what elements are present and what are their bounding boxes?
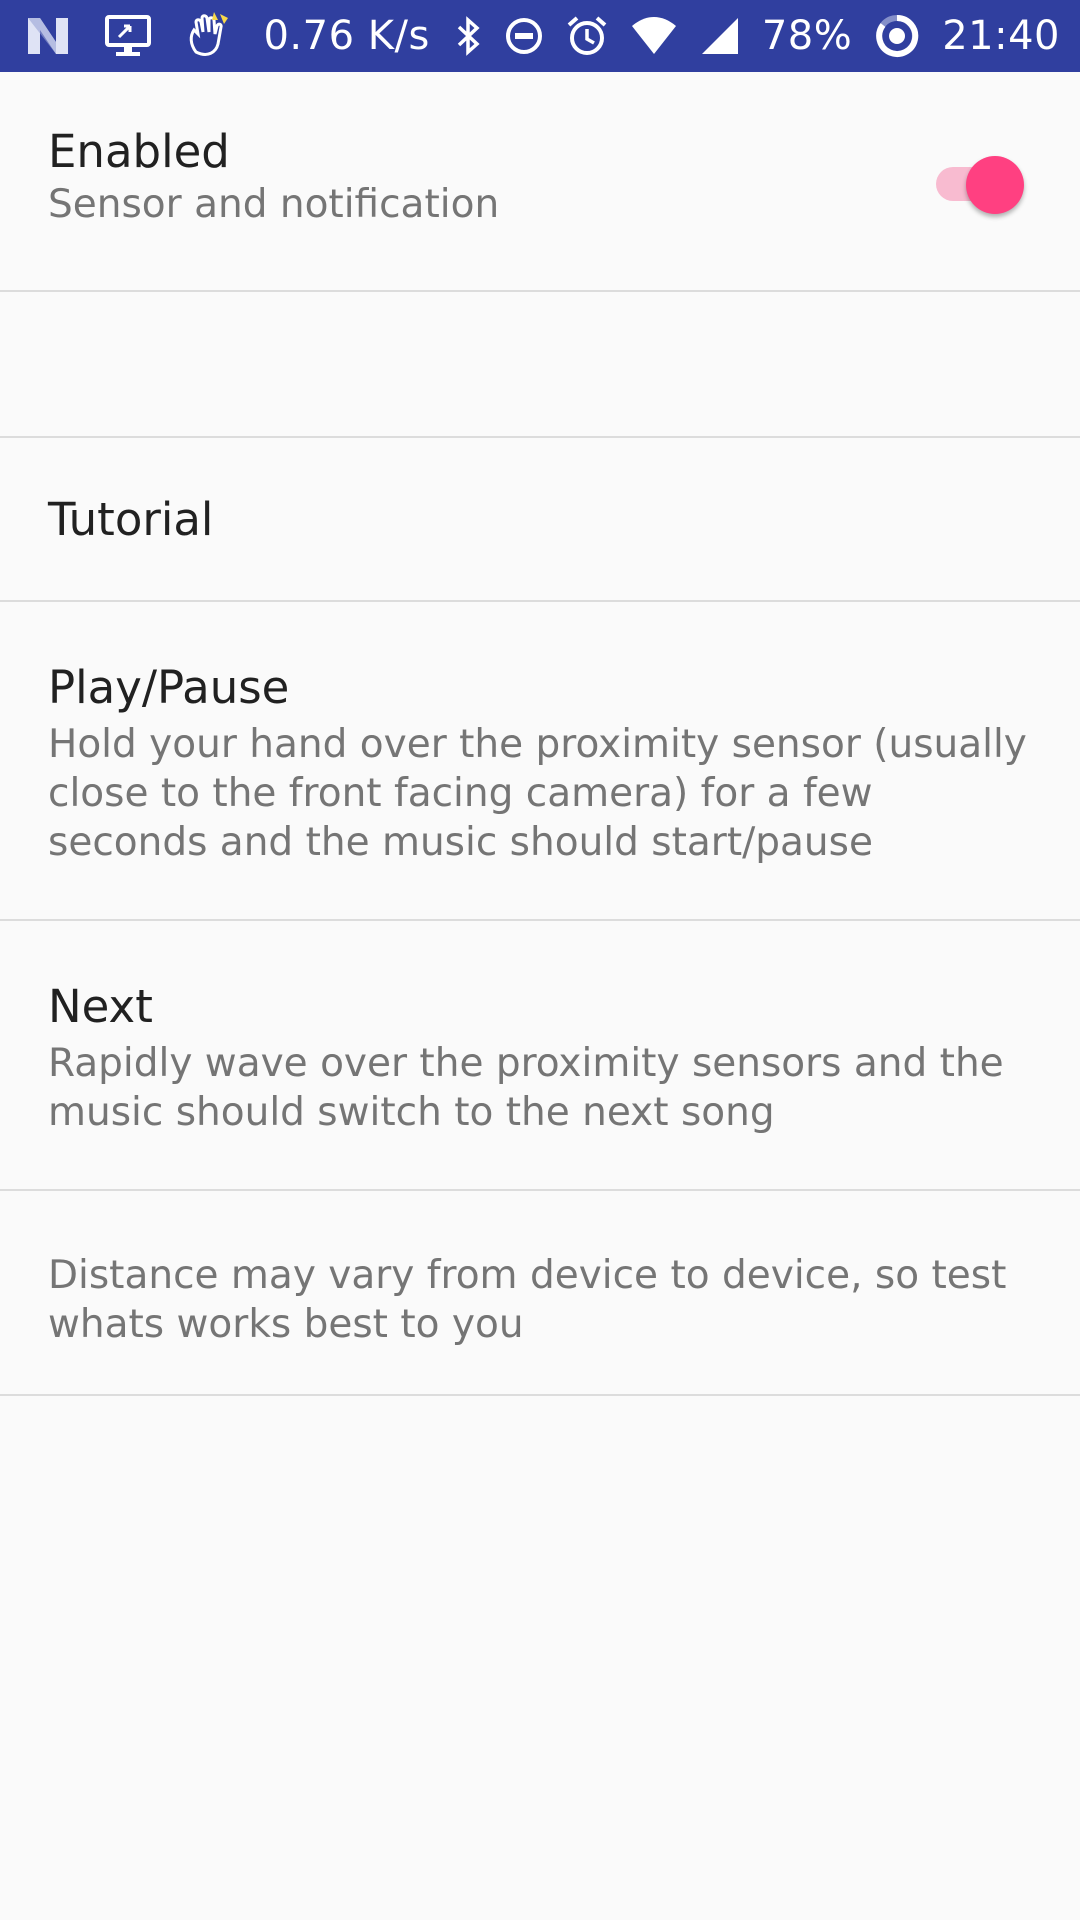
pref-enabled-title: Enabled <box>48 125 230 178</box>
preferences-list: Enabled Sensor and notification Tutorial… <box>0 72 1080 1396</box>
do-not-disturb-icon <box>504 16 544 56</box>
pref-enabled[interactable]: Enabled Sensor and notification <box>0 72 1080 292</box>
wave-hand-icon <box>186 12 232 60</box>
pref-enabled-summary: Sensor and notification <box>48 182 500 227</box>
screen-cast-icon <box>104 14 152 58</box>
network-speed: 0.76 K/s <box>263 13 430 59</box>
pref-tutorial[interactable]: Tutorial <box>0 438 1080 602</box>
pref-next-title: Next <box>48 980 153 1033</box>
pref-note-summary: Distance may vary from device to device,… <box>48 1253 1007 1347</box>
signal-icon <box>700 16 740 56</box>
pref-next[interactable]: Next Rapidly wave over the proximity sen… <box>0 921 1080 1191</box>
pref-next-summary: Rapidly wave over the proximity sensors … <box>48 1041 1004 1135</box>
pref-play-pause-summary: Hold your hand over the proximity sensor… <box>48 722 1027 865</box>
alarm-icon <box>566 15 608 57</box>
bluetooth-icon <box>456 16 482 56</box>
clock: 21:40 <box>942 13 1060 59</box>
pref-play-pause-title: Play/Pause <box>48 661 290 714</box>
battery-percent: 78% <box>761 13 853 59</box>
pref-category-divider <box>0 292 1080 438</box>
enabled-switch[interactable] <box>936 156 1024 214</box>
battery-icon <box>874 13 920 59</box>
switch-thumb <box>966 156 1024 214</box>
notification-n-icon <box>26 16 70 56</box>
pref-tutorial-title: Tutorial <box>48 493 214 546</box>
pref-play-pause[interactable]: Play/Pause Hold your hand over the proxi… <box>0 602 1080 921</box>
status-bar: 0.76 K/s 78% 21:40 <box>0 0 1080 72</box>
pref-note[interactable]: Distance may vary from device to device,… <box>0 1191 1080 1396</box>
wifi-icon <box>630 16 678 56</box>
